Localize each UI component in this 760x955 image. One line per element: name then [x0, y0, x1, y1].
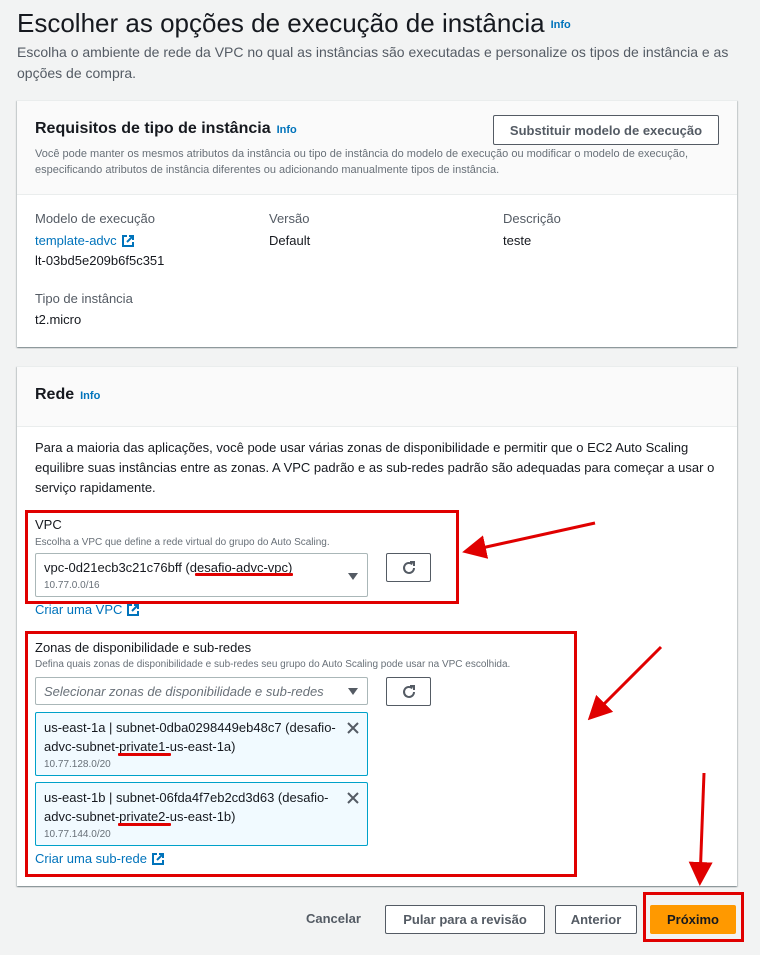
create-vpc-link-text[interactable]: Criar uma VPC [35, 602, 122, 617]
description-value: teste [503, 233, 532, 248]
create-vpc-link[interactable]: Criar uma VPC [35, 602, 140, 617]
network-header [17, 367, 737, 427]
description-label: Descrição [503, 211, 561, 226]
template-id: lt-03bd5e209b6f5c351 [35, 253, 165, 268]
page-title: Escolher as opções de execução de instân… [17, 8, 571, 39]
external-link-icon [127, 603, 140, 616]
instance-requirements-title: Requisitos de tipo de instância Info [35, 120, 297, 137]
previous-button[interactable]: Anterior [555, 905, 637, 934]
override-launch-template-button[interactable]: Substituir modelo de execução [493, 115, 719, 145]
instance-type-label: Tipo de instância [35, 291, 133, 306]
cancel-button[interactable]: Cancelar [306, 911, 361, 926]
annotation-underline-private1 [118, 753, 171, 756]
instance-requirements-info-link[interactable]: Info [277, 124, 297, 136]
annotation-zones-box [25, 631, 577, 877]
network-info-link[interactable]: Info [80, 390, 100, 402]
annotation-vpc-box [25, 510, 459, 604]
annotation-underline-vpc [195, 573, 293, 576]
page-info-link[interactable]: Info [551, 19, 571, 31]
template-link[interactable]: template-advc [35, 233, 135, 248]
page-title-text: Escolher as opções de execução de instân… [17, 8, 545, 38]
network-title: Rede Info [35, 386, 101, 403]
page-description: Escolha o ambiente de rede da VPC no qua… [17, 44, 729, 81]
instance-requirements-card: Requisitos de tipo de instância Info Subs… [17, 100, 737, 347]
template-label: Modelo de execução [35, 211, 155, 226]
external-link-icon [121, 234, 134, 247]
instance-requirements-description: Você pode manter os mesmos atributos da … [35, 148, 689, 176]
instance-type-value: t2.micro [35, 312, 82, 327]
network-intro: Para a maioria das aplicações, você pode… [35, 440, 715, 495]
template-link-text[interactable]: template-advc [35, 233, 117, 248]
annotation-underline-private2 [118, 823, 171, 826]
version-label: Versão [269, 211, 310, 226]
skip-to-review-button[interactable]: Pular para a revisão [385, 905, 545, 934]
version-value: Default [269, 233, 311, 248]
annotation-next-box [643, 892, 744, 942]
